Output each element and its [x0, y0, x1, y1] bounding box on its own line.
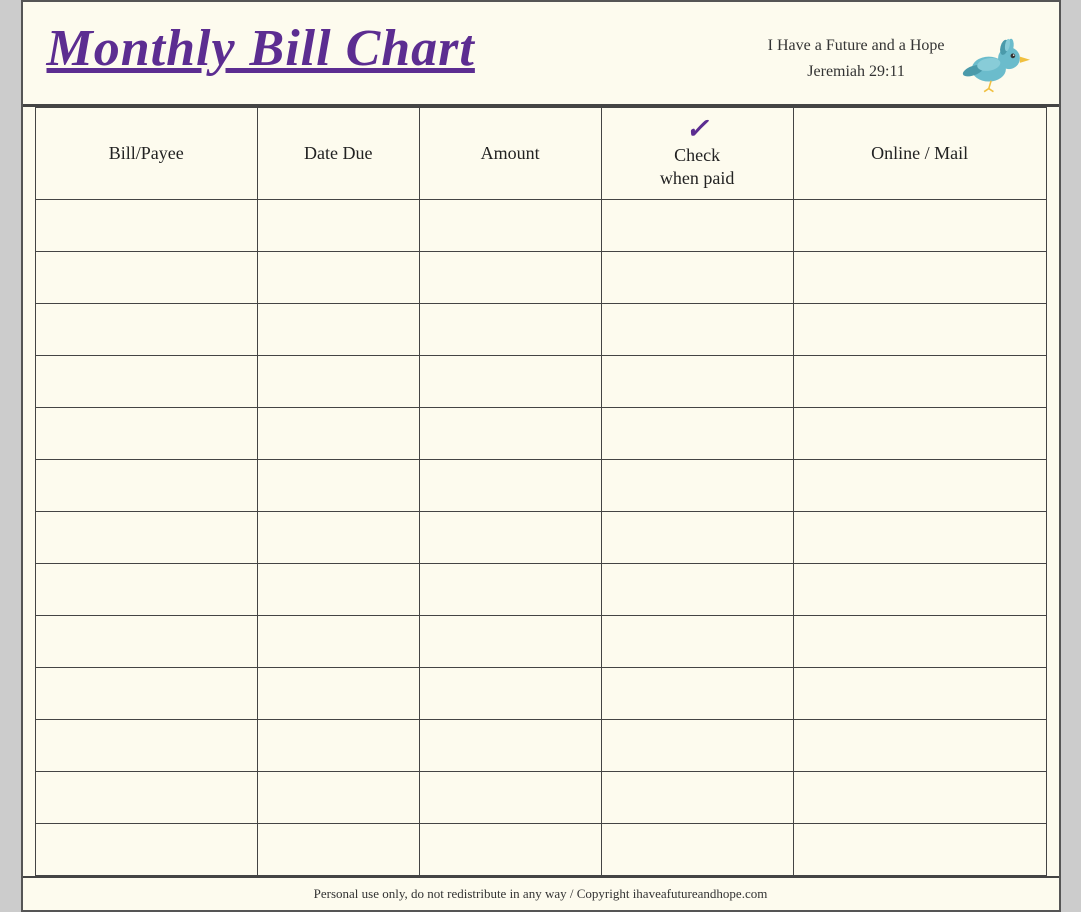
table-cell	[35, 667, 257, 719]
table-cell	[601, 303, 793, 355]
table-row	[35, 771, 1046, 823]
table-cell	[601, 823, 793, 875]
table-cell	[601, 355, 793, 407]
table-cell	[601, 251, 793, 303]
table-cell	[793, 823, 1046, 875]
table-cell	[793, 303, 1046, 355]
table-cell	[257, 511, 419, 563]
header-subtitle: I Have a Future and a Hope Jeremiah 29:1…	[768, 33, 945, 84]
page: Monthly Bill Chart I Have a Future and a…	[21, 0, 1061, 912]
table-cell	[257, 459, 419, 511]
col-header-bill: Bill/Payee	[35, 108, 257, 200]
table-cell	[419, 823, 601, 875]
col-header-date: Date Due	[257, 108, 419, 200]
table-cell	[601, 199, 793, 251]
table-cell	[601, 615, 793, 667]
table-row	[35, 511, 1046, 563]
table-body	[35, 199, 1046, 875]
page-title: Monthly Bill Chart	[47, 20, 475, 77]
table-cell	[793, 355, 1046, 407]
table-cell	[35, 823, 257, 875]
table-cell	[793, 251, 1046, 303]
check-label: Checkwhen paid	[660, 144, 734, 191]
table-cell	[35, 615, 257, 667]
table-container: Bill/Payee Date Due Amount ✓ Checkwhen p…	[23, 107, 1059, 876]
bird-icon	[955, 24, 1035, 94]
table-cell	[419, 407, 601, 459]
table-cell	[257, 251, 419, 303]
table-cell	[35, 199, 257, 251]
table-cell	[793, 407, 1046, 459]
table-cell	[257, 407, 419, 459]
table-row	[35, 303, 1046, 355]
col-header-amount: Amount	[419, 108, 601, 200]
table-cell	[419, 251, 601, 303]
table-cell	[601, 563, 793, 615]
table-cell	[35, 303, 257, 355]
table-row	[35, 199, 1046, 251]
bill-table: Bill/Payee Date Due Amount ✓ Checkwhen p…	[35, 107, 1047, 876]
table-cell	[35, 407, 257, 459]
table-cell	[601, 719, 793, 771]
table-cell	[793, 771, 1046, 823]
table-cell	[419, 667, 601, 719]
table-cell	[601, 771, 793, 823]
table-cell	[419, 303, 601, 355]
table-cell	[419, 355, 601, 407]
table-cell	[35, 771, 257, 823]
table-cell	[601, 459, 793, 511]
table-cell	[793, 459, 1046, 511]
table-cell	[35, 563, 257, 615]
table-cell	[419, 459, 601, 511]
table-cell	[601, 667, 793, 719]
table-cell	[257, 823, 419, 875]
table-cell	[419, 771, 601, 823]
table-cell	[419, 615, 601, 667]
table-cell	[257, 199, 419, 251]
table-cell	[793, 615, 1046, 667]
table-cell	[35, 251, 257, 303]
table-cell	[793, 199, 1046, 251]
table-row	[35, 407, 1046, 459]
table-cell	[601, 511, 793, 563]
footer: Personal use only, do not redistribute i…	[23, 876, 1059, 910]
table-cell	[257, 719, 419, 771]
footer-text: Personal use only, do not redistribute i…	[314, 886, 768, 901]
table-cell	[257, 303, 419, 355]
table-cell	[257, 771, 419, 823]
table-cell	[257, 355, 419, 407]
table-row	[35, 251, 1046, 303]
col-header-online: Online / Mail	[793, 108, 1046, 200]
header-right: I Have a Future and a Hope Jeremiah 29:1…	[768, 20, 1035, 94]
table-row	[35, 667, 1046, 719]
table-cell	[35, 511, 257, 563]
table-cell	[419, 719, 601, 771]
table-cell	[257, 667, 419, 719]
col-header-check: ✓ Checkwhen paid	[601, 108, 793, 200]
table-cell	[419, 511, 601, 563]
table-row	[35, 459, 1046, 511]
table-row	[35, 719, 1046, 771]
table-cell	[257, 563, 419, 615]
table-cell	[35, 355, 257, 407]
header: Monthly Bill Chart I Have a Future and a…	[23, 2, 1059, 107]
table-cell	[793, 563, 1046, 615]
table-cell	[257, 615, 419, 667]
table-row	[35, 355, 1046, 407]
check-symbol: ✓	[685, 116, 708, 144]
table-header-row: Bill/Payee Date Due Amount ✓ Checkwhen p…	[35, 108, 1046, 200]
table-cell	[419, 563, 601, 615]
table-cell	[601, 407, 793, 459]
table-cell	[35, 459, 257, 511]
table-cell	[793, 719, 1046, 771]
table-row	[35, 563, 1046, 615]
table-cell	[793, 667, 1046, 719]
table-row	[35, 615, 1046, 667]
table-cell	[35, 719, 257, 771]
table-row	[35, 823, 1046, 875]
table-cell	[419, 199, 601, 251]
table-cell	[793, 511, 1046, 563]
